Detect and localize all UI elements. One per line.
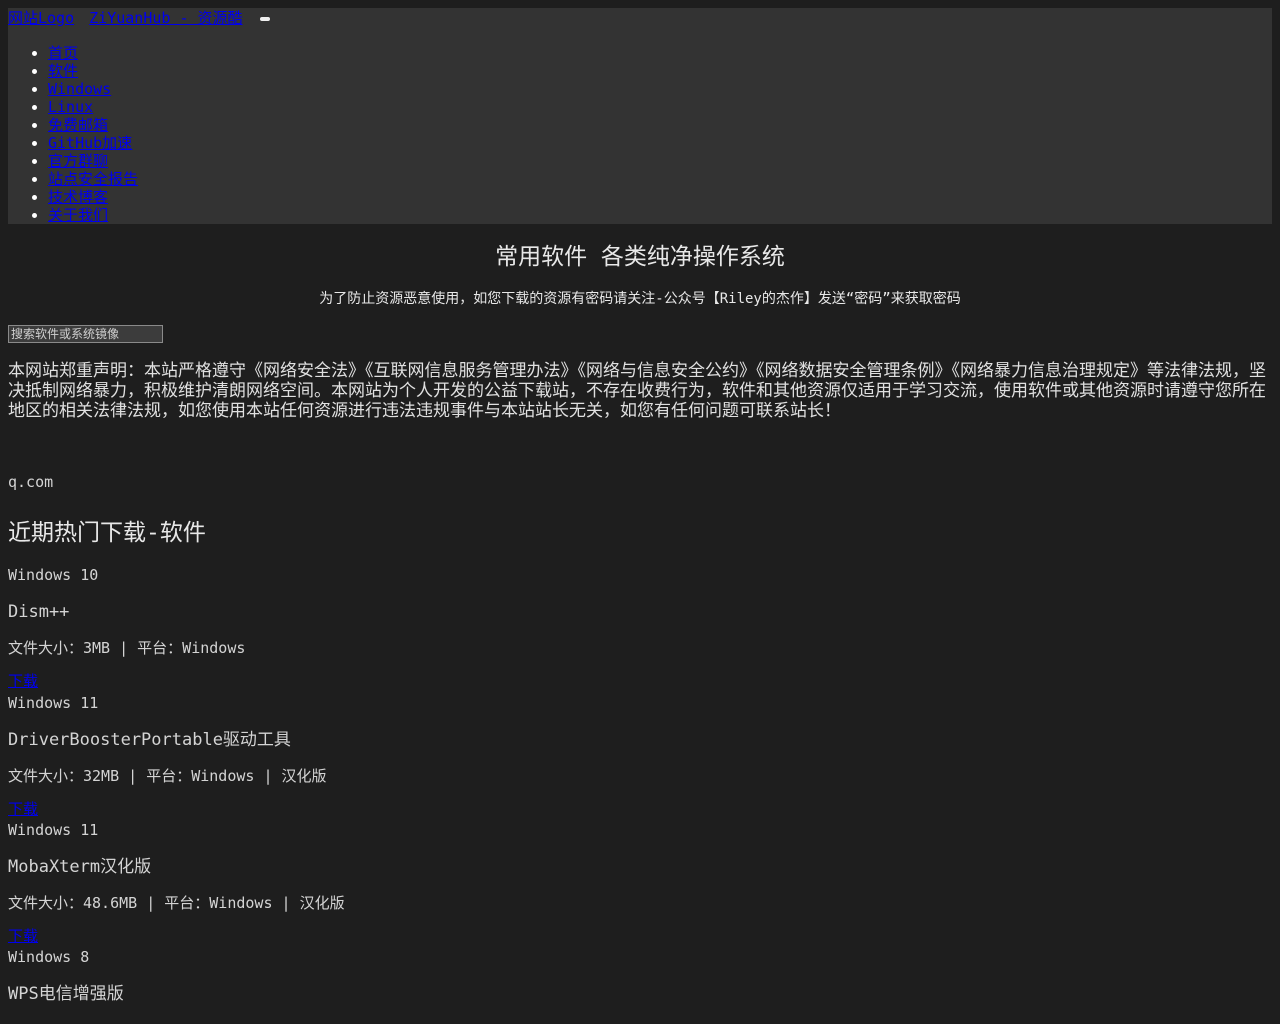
download-link[interactable]: 下载 — [8, 927, 608, 945]
brand: 网站Logo ZiYuanHub - 资源酷 — [8, 8, 270, 28]
main-nav: 首页 软件 Windows Linux 免费邮箱 GitHub加速 官方群聊 站… — [8, 44, 138, 224]
download-item: Windows 10 Dism++ 文件大小：3MB | 平台：Windows … — [8, 565, 608, 690]
nav-item-home: 首页 — [48, 44, 138, 62]
nav-item-github-accel: GitHub加速 — [48, 134, 138, 152]
nav-item-software: 软件 — [48, 62, 138, 80]
download-item: Windows 8 WPS电信增强版 — [8, 947, 608, 1006]
item-system: Windows 10 — [8, 566, 99, 584]
search-input[interactable] — [8, 325, 163, 343]
menu-toggle-button[interactable] — [259, 16, 270, 21]
item-meta: 文件大小：3MB | 平台：Windows — [8, 639, 246, 657]
page-title: 常用软件 各类纯净操作系统 — [495, 244, 785, 270]
nav-item-about: 关于我们 — [48, 206, 138, 224]
nav-link-security-report[interactable]: 站点安全报告 — [48, 170, 138, 188]
nav-link-software[interactable]: 软件 — [48, 62, 78, 80]
item-system: Windows 11 — [8, 694, 99, 712]
contact-domain-text: q.com — [8, 473, 54, 491]
site-name-link[interactable]: ZiYuanHub - 资源酷 — [89, 9, 242, 27]
site-header: 网站Logo ZiYuanHub - 资源酷 首页 软件 Windows Lin… — [8, 8, 1272, 224]
item-name: DriverBoosterPortable驱动工具 — [8, 730, 291, 750]
nav-link-windows[interactable]: Windows — [48, 80, 111, 98]
nav-link-free-email[interactable]: 免费邮箱 — [48, 116, 108, 134]
download-item: Windows 11 DriverBoosterPortable驱动工具 文件大… — [8, 693, 608, 818]
item-name: WPS电信增强版 — [8, 984, 124, 1004]
legal-disclaimer: 本网站郑重声明：本站严格遵守《网络安全法》《互联网信息服务管理办法》《网络与信息… — [8, 361, 1266, 421]
nav-link-about[interactable]: 关于我们 — [48, 206, 108, 224]
item-name: MobaXterm汉化版 — [8, 857, 152, 877]
download-link[interactable]: 下载 — [8, 672, 608, 690]
nav-link-home[interactable]: 首页 — [48, 44, 78, 62]
nav-item-tech-blog: 技术博客 — [48, 188, 138, 206]
item-meta: 文件大小：48.6MB | 平台：Windows | 汉化版 — [8, 894, 345, 912]
nav-item-windows: Windows — [48, 80, 138, 98]
download-item: Windows 11 MobaXterm汉化版 文件大小：48.6MB | 平台… — [8, 820, 608, 945]
nav-link-group-chat[interactable]: 官方群聊 — [48, 152, 108, 170]
item-system: Windows 8 — [8, 948, 90, 966]
site-logo-link[interactable]: 网站Logo — [8, 9, 74, 27]
nav-item-free-email: 免费邮箱 — [48, 116, 138, 134]
nav-link-github-accel[interactable]: GitHub加速 — [48, 134, 132, 152]
section-title-hot-downloads: 近期热门下载-软件 — [8, 520, 206, 546]
nav-link-tech-blog[interactable]: 技术博客 — [48, 188, 108, 206]
download-link[interactable]: 下载 — [8, 800, 608, 818]
item-meta: 文件大小：32MB | 平台：Windows | 汉化版 — [8, 767, 327, 785]
item-system: Windows 11 — [8, 821, 99, 839]
nav-link-linux[interactable]: Linux — [48, 98, 93, 116]
nav-item-group-chat: 官方群聊 — [48, 152, 138, 170]
password-notice: 为了防止资源恶意使用，如您下载的资源有密码请关注-公众号【Riley的杰作】发送… — [319, 291, 961, 307]
nav-item-security-report: 站点安全报告 — [48, 170, 138, 188]
nav-item-linux: Linux — [48, 98, 138, 116]
item-name: Dism++ — [8, 602, 70, 622]
